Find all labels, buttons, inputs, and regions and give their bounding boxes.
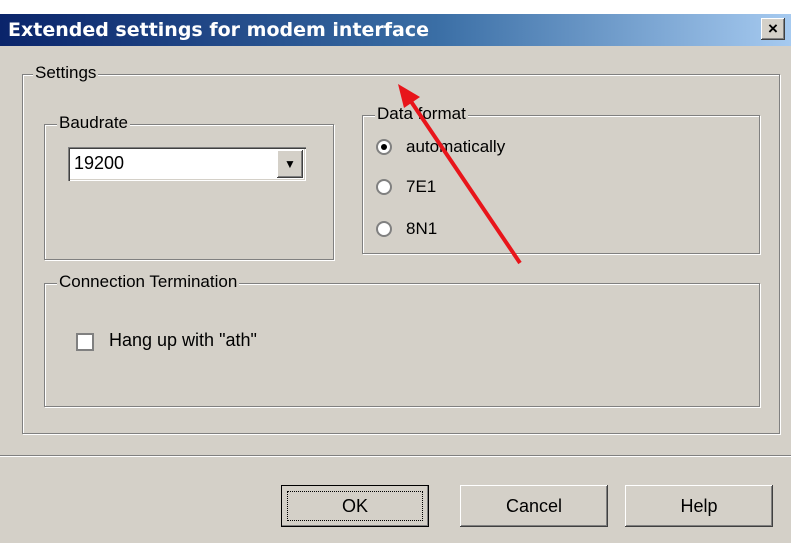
arrow-shaft <box>408 98 522 265</box>
annotation-arrow <box>398 84 522 265</box>
arrow-head <box>398 84 420 108</box>
